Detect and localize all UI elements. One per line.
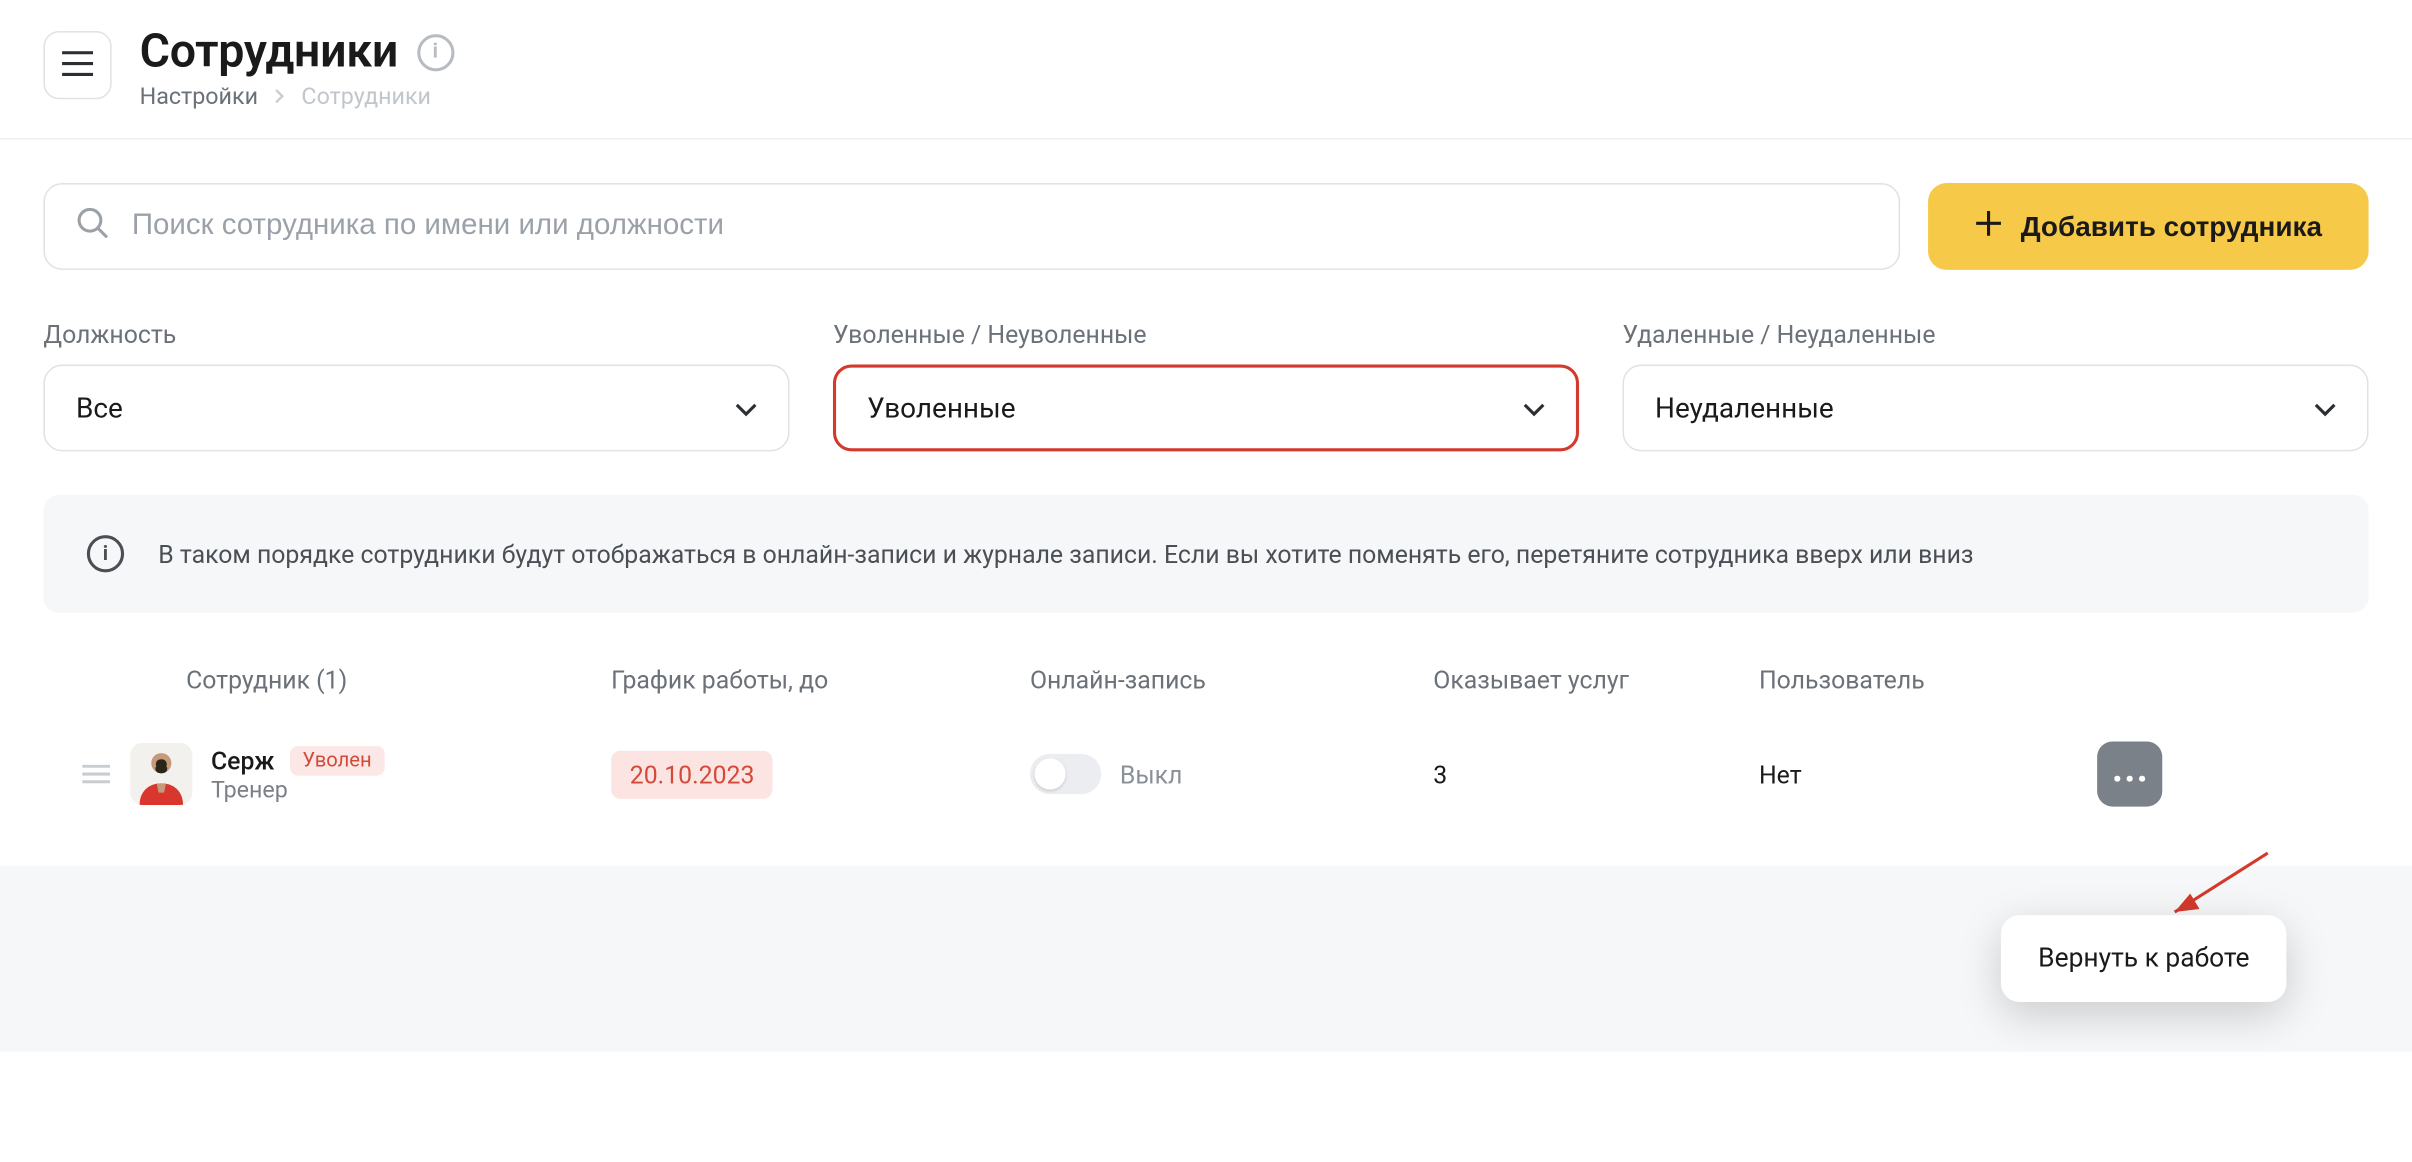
row-actions-popover: Вернуть к работе bbox=[2001, 915, 2287, 1002]
employee-name[interactable]: Серж bbox=[211, 745, 275, 774]
breadcrumb-root[interactable]: Настройки bbox=[140, 82, 258, 110]
col-online: Онлайн-запись bbox=[1030, 665, 1433, 694]
dots-horizontal-icon bbox=[2114, 762, 2145, 785]
filter-deleted-value: Неудаленные bbox=[1655, 392, 1834, 425]
chevron-down-icon bbox=[1523, 392, 1545, 425]
filter-dismissed-select[interactable]: Уволенные bbox=[833, 365, 1579, 452]
add-employee-label: Добавить сотрудника bbox=[2021, 210, 2322, 243]
employee-role: Тренер bbox=[211, 775, 384, 803]
online-toggle[interactable] bbox=[1030, 754, 1101, 794]
chevron-right-icon bbox=[274, 82, 286, 110]
table-row: Серж Уволен Тренер 20.10.2023 Выкл 3 Нет bbox=[43, 726, 2368, 822]
filter-dismissed-value: Уволенные bbox=[867, 392, 1015, 425]
table-header: Сотрудник (1) График работы, до Онлайн-з… bbox=[43, 665, 2368, 694]
filter-position-select[interactable]: Все bbox=[43, 365, 789, 452]
filter-deleted-label: Удаленные / Неудаленные bbox=[1622, 320, 2368, 349]
search-icon bbox=[76, 206, 110, 246]
filter-dismissed-label: Уволенные / Неуволенные bbox=[833, 320, 1579, 349]
services-count: 3 bbox=[1433, 759, 1447, 788]
status-badge: Уволен bbox=[290, 745, 384, 774]
filter-deleted-select[interactable]: Неудаленные bbox=[1622, 365, 2368, 452]
info-icon[interactable]: i bbox=[417, 33, 454, 70]
chevron-down-icon bbox=[735, 392, 757, 425]
menu-button[interactable] bbox=[43, 31, 111, 99]
online-toggle-label: Выкл bbox=[1120, 759, 1183, 788]
row-actions-button[interactable] bbox=[2097, 741, 2162, 806]
schedule-date: 20.10.2023 bbox=[611, 750, 773, 798]
filter-position-label: Должность bbox=[43, 320, 789, 349]
info-banner: i В таком порядке сотрудники будут отобр… bbox=[43, 495, 2368, 613]
return-to-work-action[interactable]: Вернуть к работе bbox=[2038, 943, 2249, 974]
col-employee: Сотрудник (1) bbox=[130, 665, 611, 694]
col-user: Пользователь bbox=[1759, 665, 2054, 694]
chevron-down-icon bbox=[2314, 392, 2336, 425]
col-services: Оказывает услуг bbox=[1433, 665, 1759, 694]
add-employee-button[interactable]: Добавить сотрудника bbox=[1928, 183, 2369, 270]
hamburger-icon bbox=[62, 50, 93, 79]
filter-position-value: Все bbox=[76, 392, 123, 425]
drag-handle-icon[interactable] bbox=[62, 765, 130, 784]
breadcrumb: Настройки Сотрудники bbox=[140, 82, 454, 110]
search-field-wrap[interactable] bbox=[43, 183, 1899, 270]
page-title: Сотрудники bbox=[140, 25, 398, 79]
avatar bbox=[130, 743, 192, 805]
info-icon: i bbox=[87, 535, 124, 572]
info-banner-text: В таком порядке сотрудники будут отображ… bbox=[158, 539, 1973, 568]
search-input[interactable] bbox=[132, 209, 1867, 243]
user-value: Нет bbox=[1759, 759, 1802, 788]
col-schedule: График работы, до bbox=[611, 665, 1030, 694]
breadcrumb-current: Сотрудники bbox=[301, 82, 431, 110]
plus-icon bbox=[1974, 209, 2002, 245]
